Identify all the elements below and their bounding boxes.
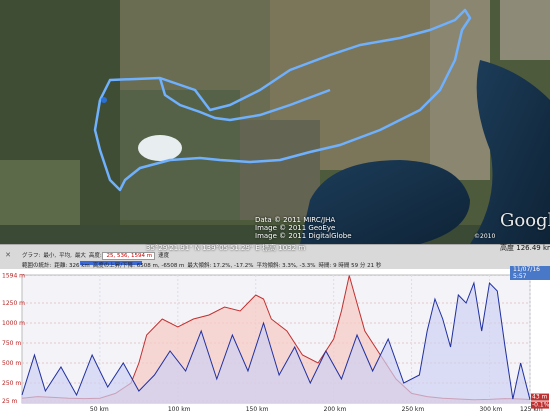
profile-svg: 1594 m 1250 m 1000 m 750 m 500 m 250 m 25 m 50 … [2, 272, 550, 413]
y-tick-label: 1250 m [2, 300, 25, 307]
row1-label: 最大 [74, 253, 86, 259]
row1-item: 最大 [75, 251, 86, 259]
x-tick-label: 250 km [402, 406, 425, 413]
row2-item: 範囲の統計: [22, 261, 51, 269]
row1-label: 最小, [43, 253, 57, 259]
row1-item: 最小, [43, 251, 56, 259]
attribution-line: Data © 2011 MIRC/JHA [255, 216, 336, 224]
row1-item[interactable]: 高度: 25, 536, 1594 m [88, 251, 156, 260]
row2-item: 時間: 9 時間 59 分 21 秒 [319, 261, 382, 269]
attribution-line: Image © 2011 DigitalGlobe [255, 232, 352, 240]
row2-item: 高度の上昇/下降: 6508 m, -6508 m [93, 261, 185, 269]
graph-options-row: グラフ: 最小, 平均, 最大 高度: 25, 536, 1594 m 速度 [22, 251, 172, 260]
x-tick-label: 150 km [246, 406, 269, 413]
y-tick-label: 1000 m [2, 320, 25, 327]
longitude: 139°05'51.29" E [202, 244, 260, 252]
y-tick-label: 25 m [2, 398, 18, 405]
row1-item: 速度 [158, 251, 169, 259]
row1-label: 平均, [59, 253, 72, 259]
coordinate-readout: 35°29'21.91" N 139°05'51.29" E 標高 1032 m [146, 244, 305, 252]
row1-item: 平均, [59, 251, 72, 259]
range-stats-row: 範囲の統計: 距離: 326 km 高度の上昇/下降: 6508 m, -6508 … [22, 261, 384, 269]
eye-altitude: 高度 126.49 km [500, 243, 550, 253]
altitude-value: 126.49 km [516, 244, 550, 252]
x-tick-label: 50 km [90, 406, 109, 413]
copyright-year: ©2010 [474, 233, 496, 240]
row1-value: 25, 536, 1594 m [101, 252, 156, 260]
row1-item: グラフ: [22, 251, 40, 259]
right-label: -0.1% [532, 402, 550, 409]
latitude: 35°29'21.91" N [146, 244, 200, 252]
x-tick-label: 200 km [324, 406, 347, 413]
google-logo: Google [500, 210, 550, 231]
y-tick-label: 250 m [2, 380, 21, 387]
row1-label: グラフ: [22, 253, 41, 259]
x-tick-label: 100 km [168, 406, 191, 413]
y-tick-label: 500 m [2, 360, 21, 367]
x-tick-label: 300 km [479, 406, 502, 413]
close-icon[interactable]: ✕ [4, 251, 12, 259]
row2-item: 平均傾斜: 3.3%, -3.3% [256, 261, 315, 269]
row1-label: 速度 [158, 253, 170, 259]
y-tick-label: 1594 m [2, 272, 25, 279]
satellite-imagery [0, 0, 550, 244]
row2-item: 距離: 326 km [54, 261, 89, 269]
row1-label: 高度: [88, 253, 102, 259]
elevation-value: 1032 m [278, 244, 306, 252]
elevation-profile-chart[interactable]: 1594 m 1250 m 1000 m 750 m 500 m 250 m 25 m 50 … [0, 269, 550, 413]
date-label: 11/07/16 5:57 [510, 266, 550, 280]
y-tick-label: 750 m [2, 340, 21, 347]
map-attribution: Data © 2011 MIRC/JHA Image © 2011 GeoEye… [255, 216, 352, 240]
elevation-label: 標高 [262, 244, 277, 252]
map-view[interactable]: Data © 2011 MIRC/JHA Image © 2011 GeoEye… [0, 0, 550, 244]
attribution-line: Image © 2011 GeoEye [255, 224, 336, 232]
altitude-label: 高度 [500, 244, 514, 252]
row2-item: 最大傾斜: 17.2%, -17.2% [187, 261, 253, 269]
right-label: 43 m [532, 394, 548, 401]
